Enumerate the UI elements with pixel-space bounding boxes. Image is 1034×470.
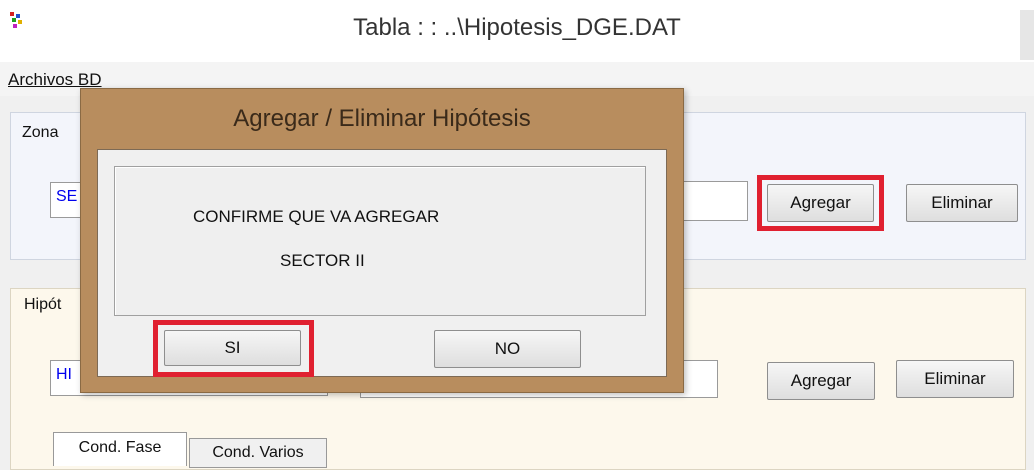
tab-cond-fase[interactable]: Cond. Fase	[53, 432, 187, 466]
message-line-2: SECTOR II	[280, 251, 365, 270]
window-edge	[1020, 10, 1034, 60]
hipotesis-legend: Hipót	[22, 296, 64, 314]
dialog-body: CONFIRME QUE VA AGREGAR SECTOR II SI NO	[97, 149, 667, 377]
dialog-title: Agregar / Eliminar Hipótesis	[233, 105, 531, 132]
window-title: Tabla : : ..\Hipotesis_DGE.DAT	[353, 14, 681, 41]
zona-agregar-button[interactable]: Agregar	[767, 184, 874, 222]
menu-archivos-bd[interactable]: Archivos BD	[8, 70, 102, 90]
message-line-1: CONFIRME QUE VA AGREGAR	[193, 207, 440, 226]
confirm-dialog: Agregar / Eliminar Hipótesis CONFIRME QU…	[80, 88, 684, 393]
window-title-bar: Tabla : : ..\Hipotesis_DGE.DAT	[0, 0, 1034, 62]
zona-eliminar-button[interactable]: Eliminar	[906, 184, 1018, 222]
tab-cond-varios[interactable]: Cond. Varios	[189, 438, 327, 468]
si-button[interactable]: SI	[164, 330, 301, 366]
hipotesis-eliminar-button[interactable]: Eliminar	[896, 360, 1014, 398]
hipotesis-agregar-button[interactable]: Agregar	[767, 362, 875, 400]
zona-legend: Zona	[18, 124, 63, 142]
message-panel: CONFIRME QUE VA AGREGAR SECTOR II	[114, 166, 646, 316]
no-button[interactable]: NO	[434, 330, 581, 368]
